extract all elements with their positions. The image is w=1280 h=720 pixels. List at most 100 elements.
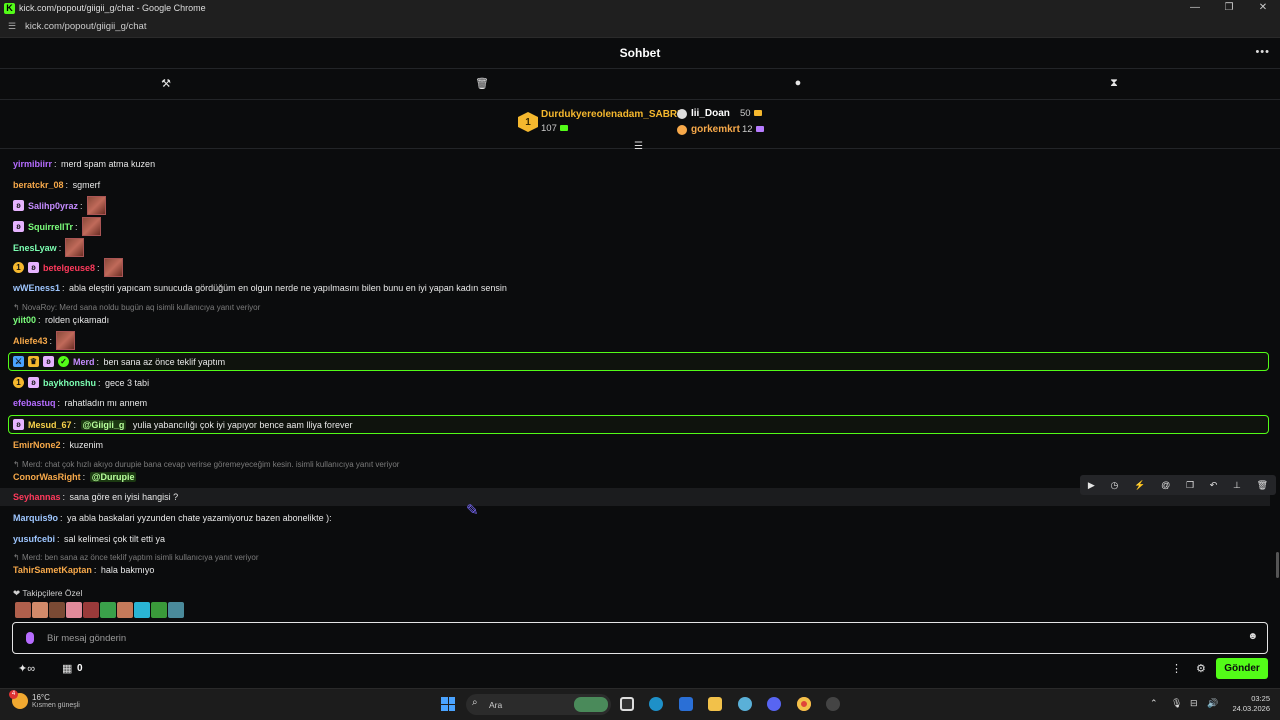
emote-button[interactable] xyxy=(15,602,31,618)
site-info-icon[interactable]: ☰ xyxy=(8,21,18,32)
emote-button[interactable] xyxy=(151,602,167,618)
chat-message-hovered[interactable]: Seyhannas: sana göre en iyisi hangisi ? xyxy=(13,492,178,502)
butterfly-badge-icon: ʚ xyxy=(28,262,39,273)
reply-context[interactable]: ↰ Merd: ben sana az önce teklif yaptım i… xyxy=(13,553,258,562)
reply-icon[interactable]: ↶ xyxy=(1210,480,1218,491)
username[interactable]: SquirrellTr xyxy=(28,222,73,232)
username[interactable]: yirmibiirr xyxy=(13,159,52,169)
hammer-icon[interactable]: ⚒ xyxy=(158,77,174,90)
chat-message: ConorWasRight: @Durupie xyxy=(13,472,137,482)
username[interactable]: Salihp0yraz xyxy=(28,201,78,211)
emote-button[interactable] xyxy=(168,602,184,618)
send-button[interactable]: Gönder xyxy=(1216,658,1268,679)
username[interactable]: yiit00 xyxy=(13,315,36,325)
bronze-rank-icon xyxy=(677,125,687,135)
taskbar-search[interactable]: ⌕ Ara xyxy=(466,694,611,715)
username[interactable]: Seyhannas xyxy=(13,492,61,502)
task-view-icon[interactable] xyxy=(620,697,634,711)
leader-second-name[interactable]: Iii_Doan xyxy=(691,108,730,119)
windows-start-icon[interactable] xyxy=(441,697,455,711)
followers-only-label: ❤ Takipçilere Özel xyxy=(13,588,83,598)
chat-message: Aliefe43: xyxy=(13,331,76,350)
chrome-icon[interactable] xyxy=(797,697,811,711)
store-app-icon[interactable] xyxy=(679,697,693,711)
maximize-icon[interactable]: ❐ xyxy=(1212,0,1246,16)
tray-chevron-icon[interactable]: ⌃ xyxy=(1150,698,1158,709)
emote-button[interactable] xyxy=(66,602,82,618)
username[interactable]: ConorWasRight xyxy=(13,472,81,482)
edge-browser-icon[interactable] xyxy=(649,697,663,711)
play-icon[interactable]: ▶ xyxy=(1088,480,1095,491)
settings-app-icon[interactable] xyxy=(738,697,752,711)
address-bar[interactable]: ☰ kick.com/popout/giigii_g/chat xyxy=(0,16,1280,38)
emote-button[interactable] xyxy=(134,602,150,618)
emote-button[interactable] xyxy=(49,602,65,618)
settings-gear-icon[interactable]: ⚙ xyxy=(1196,662,1206,675)
username[interactable]: beratckr_08 xyxy=(13,180,64,190)
message-text: ya abla baskalari yyzunden chate yazamiy… xyxy=(67,513,332,523)
username[interactable]: yusufcebi xyxy=(13,534,55,544)
leader-first-name[interactable]: Durdukyereolenadam_SABRI xyxy=(541,109,680,120)
emote-image xyxy=(103,258,123,277)
chat-header: Sohbet ••• xyxy=(0,38,1280,69)
username[interactable]: TahirSametKaptan xyxy=(13,565,92,575)
emoji-picker-icon[interactable]: ☻ xyxy=(1247,631,1258,642)
slow-mode-icon[interactable]: ⚡ xyxy=(1134,480,1145,491)
chat-message: ʚ SquirrellTr: xyxy=(13,217,101,236)
mention-icon[interactable]: @ xyxy=(1161,480,1170,490)
minimize-icon[interactable]: — xyxy=(1178,0,1212,16)
chat-messages: yirmibiirr: merd spam atma kuzen beratck… xyxy=(0,150,1280,582)
microphone-tray-icon[interactable]: 🎙 xyxy=(1171,698,1182,709)
mention[interactable]: @Giigii_g xyxy=(80,419,127,430)
system-clock[interactable]: 03:25 24.03.2026 xyxy=(1222,694,1270,714)
emote-button[interactable] xyxy=(32,602,48,618)
username[interactable]: Merd xyxy=(73,357,95,367)
username[interactable]: betelgeuse8 xyxy=(43,263,95,273)
chat-message: yirmibiirr: merd spam atma kuzen xyxy=(13,159,156,169)
chat-message: EnesLyaw: xyxy=(13,238,85,257)
username[interactable]: wWEness1 xyxy=(13,283,60,293)
chat-bubble-icon[interactable]: ● xyxy=(790,77,806,89)
pin-icon[interactable]: ⊥ xyxy=(1233,480,1241,491)
url-text[interactable]: kick.com/popout/giigii_g/chat xyxy=(25,21,146,32)
username[interactable]: Mesud_67 xyxy=(28,420,72,430)
delete-icon[interactable]: 🗑 xyxy=(1257,480,1268,491)
leader-third-name[interactable]: gorkemkrt xyxy=(691,124,740,135)
chat-message: Marquis9o: ya abla baskalari yyzunden ch… xyxy=(13,513,332,523)
chat-message-input[interactable] xyxy=(47,630,1227,646)
reply-context[interactable]: ↰ NovaRoy: Merd sana noldu bugün aq isim… xyxy=(13,303,260,312)
hourglass-icon[interactable]: ⧗ xyxy=(1106,77,1122,90)
store-icon[interactable]: ▦ xyxy=(62,662,72,675)
message-text: rolden çıkamadı xyxy=(45,315,110,325)
more-vertical-icon[interactable]: ⋮ xyxy=(1171,662,1182,675)
github-icon[interactable] xyxy=(826,697,840,711)
emote-button[interactable] xyxy=(83,602,99,618)
clock-icon[interactable]: ◷ xyxy=(1111,480,1119,491)
emote-button[interactable] xyxy=(100,602,116,618)
username[interactable]: EnesLyaw xyxy=(13,243,57,253)
username[interactable]: efebastuq xyxy=(13,398,56,408)
username[interactable]: Aliefe43 xyxy=(13,336,48,346)
mention[interactable]: @Durupie xyxy=(89,472,137,482)
volume-icon[interactable]: 🔊 xyxy=(1207,698,1218,709)
discord-icon[interactable] xyxy=(767,697,781,711)
file-explorer-icon[interactable] xyxy=(708,697,722,711)
clock-time: 03:25 xyxy=(1251,694,1270,703)
more-options-icon[interactable]: ••• xyxy=(1255,46,1270,58)
trash-icon[interactable]: 🗑 xyxy=(474,77,490,90)
username[interactable]: Marquis9o xyxy=(13,513,58,523)
search-highlight-image xyxy=(574,697,608,712)
kick-points-icon[interactable]: ✦∞ xyxy=(18,662,35,675)
copy-icon[interactable]: ❐ xyxy=(1186,480,1194,491)
network-icon[interactable]: ⊟ xyxy=(1190,698,1198,709)
leader-third-score: 12 xyxy=(742,124,764,135)
username[interactable]: EmirNone2 xyxy=(13,440,61,450)
weather-widget[interactable]: 4 16°C Kısmen güneşli xyxy=(9,690,80,709)
microphone-icon[interactable] xyxy=(26,632,34,644)
reply-context[interactable]: ↰ Merd: chat çok hızlı akıyo durupie ban… xyxy=(13,460,399,469)
emote-button[interactable] xyxy=(117,602,133,618)
emote-image xyxy=(81,217,101,236)
username[interactable]: baykhonshu xyxy=(43,378,96,388)
close-icon[interactable]: ✕ xyxy=(1246,0,1280,16)
chat-scrollbar[interactable] xyxy=(1276,552,1279,578)
